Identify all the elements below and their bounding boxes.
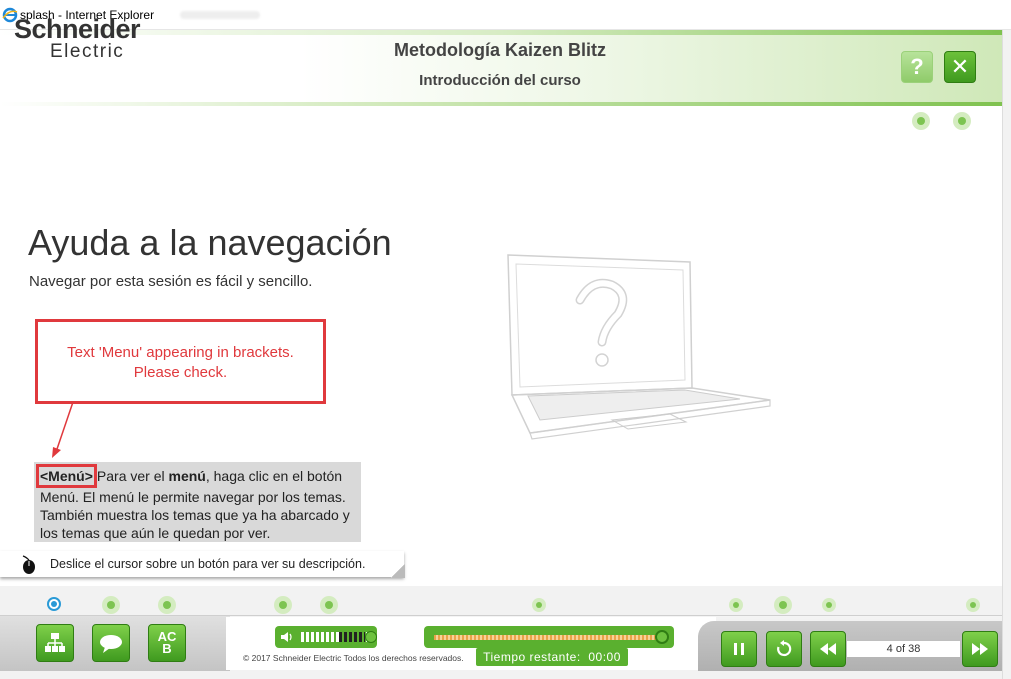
next-button[interactable] [962,631,998,667]
slide-dot[interactable] [532,598,546,612]
speaker-icon [281,632,292,642]
previous-button[interactable] [810,631,846,667]
page-indicator: 4 of 38 [847,641,960,657]
hotspot-dot[interactable] [953,112,971,130]
volume-knob[interactable] [365,631,377,643]
slide-dot[interactable] [102,596,120,614]
laptop-question-illustration [507,254,771,440]
volume-slider[interactable] [275,626,377,648]
schneider-logo: Schneider Electric [14,14,164,66]
replay-button[interactable] [766,631,802,667]
slide-dot[interactable] [320,596,338,614]
fast-forward-icon [972,643,988,655]
mouse-icon [22,555,35,574]
chat-button[interactable] [92,624,130,662]
slide-dot[interactable] [729,598,743,612]
menu-button[interactable] [36,624,74,662]
logo-line2: Electric [50,41,125,62]
hover-hint: Deslice el cursor sobre un botón para ve… [0,551,405,578]
course-title: Metodología Kaizen Blitz [393,40,606,60]
glossary-label: AC B [157,629,177,656]
progress-knob[interactable] [655,630,669,644]
blurred-text [180,11,260,19]
menu-info-box: <Menú> Para ver el menú, haga clic en el … [34,462,361,542]
hint-text: Deslice el cursor sobre un botón para ve… [50,557,366,571]
sitemap-icon [45,633,65,652]
copyright-text: © 2017 Schneider Electric Todos los dere… [243,653,464,663]
annotation-line1: Text 'Menu' appearing in brackets. [67,344,294,361]
playback-progress-bar[interactable] [424,626,674,648]
pause-button[interactable] [721,631,757,667]
time-value: 00:00 [588,650,621,664]
close-button[interactable]: ✕ [944,51,976,83]
menu-tag-highlight: <Menú> [36,464,97,488]
annotation-arrow [52,402,74,458]
annotation-line2: Please check. [133,364,228,381]
help-button[interactable]: ? [901,51,933,83]
window-frame [1002,30,1011,679]
speech-bubble-icon [100,635,122,653]
slide-dot[interactable] [822,598,836,612]
replay-icon [777,640,792,657]
page-subtitle: Navegar por esta sesión es fácil y senci… [29,273,313,290]
slide-dot[interactable] [774,596,792,614]
glossary-button[interactable]: AC B [148,624,186,662]
review-annotation: Text 'Menu' appearing in brackets. Pleas… [35,319,326,404]
time-remaining: Tiempo restante: 00:00 [476,648,628,666]
pause-icon [734,643,744,655]
slide-dot-current[interactable] [47,597,61,611]
page-title: Ayuda a la navegación [28,222,392,263]
course-subtitle: Introducción del curso [419,72,581,89]
slide-dot[interactable] [274,596,292,614]
hotspot-dot[interactable] [912,112,930,130]
slide-dot[interactable] [966,598,980,612]
slide-dot[interactable] [158,596,176,614]
rewind-icon [820,643,836,655]
